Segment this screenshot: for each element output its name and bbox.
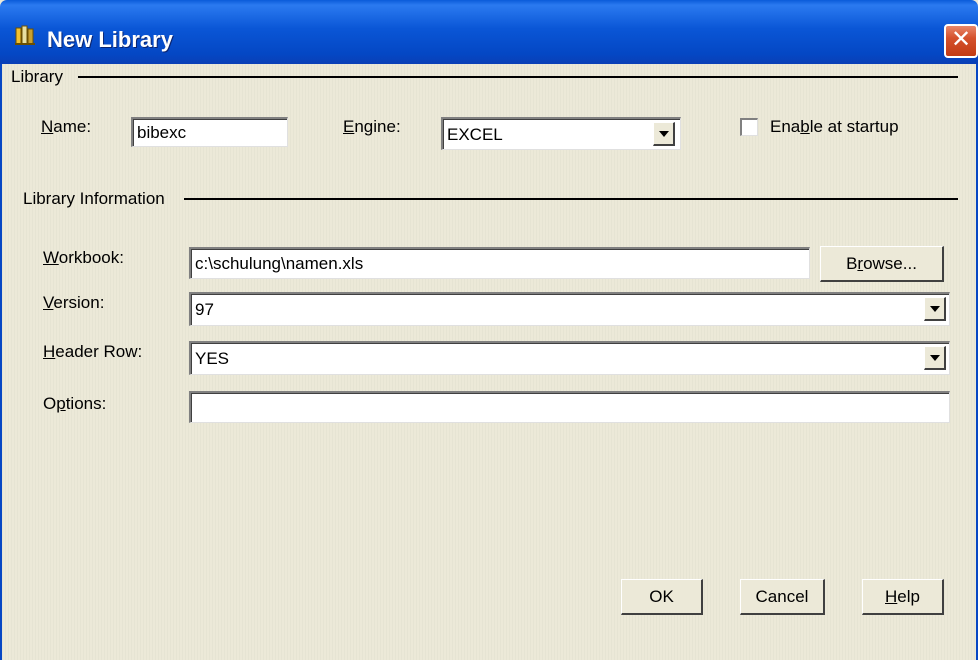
engine-label: Engine: <box>343 117 401 136</box>
name-label: Name: <box>41 117 92 136</box>
version-label: Version: <box>43 293 105 312</box>
header-row-select[interactable]: YES <box>189 341 950 375</box>
close-icon: ✕ <box>950 26 972 53</box>
library-icon <box>15 25 35 45</box>
dialog-body: Library Name: bibexc Engine: EXCEL Enabl… <box>0 64 978 660</box>
header-row-label: Header Row: <box>43 342 143 361</box>
header-row-dropdown-chevron-down-icon[interactable] <box>924 346 946 370</box>
library-information-group-divider <box>184 198 958 200</box>
workbook-input[interactable]: c:\schulung\namen.xls <box>189 247 810 279</box>
workbook-label: Workbook: <box>43 248 124 267</box>
workbook-input-value: c:\schulung\namen.xls <box>195 254 364 273</box>
help-button[interactable]: Help <box>862 579 944 615</box>
library-group-label: Library <box>11 67 63 86</box>
new-library-dialog: New Library ✕ Library Name: bibexc Engin… <box>0 0 978 660</box>
version-select-value: 97 <box>195 300 214 319</box>
version-dropdown-chevron-down-icon[interactable] <box>924 297 946 321</box>
library-information-group-label: Library Information <box>23 189 165 208</box>
library-group-divider <box>78 76 958 78</box>
name-input[interactable]: bibexc <box>131 117 288 147</box>
engine-select-value: EXCEL <box>447 125 503 144</box>
window-title: New Library <box>47 27 173 52</box>
engine-dropdown-chevron-down-icon[interactable] <box>653 122 675 146</box>
title-bar[interactable]: New Library ✕ <box>0 0 978 64</box>
browse-button[interactable]: Browse... <box>820 246 944 282</box>
header-row-select-value: YES <box>195 349 230 368</box>
options-label: Options: <box>43 394 107 413</box>
enable-at-startup-label: Enable at startup <box>770 117 899 136</box>
cancel-button[interactable]: Cancel <box>740 579 825 615</box>
version-select[interactable]: 97 <box>189 292 950 326</box>
engine-select[interactable]: EXCEL <box>441 117 681 150</box>
options-input[interactable] <box>189 391 950 423</box>
ok-button[interactable]: OK <box>621 579 703 615</box>
name-input-value: bibexc <box>137 123 187 142</box>
enable-at-startup-checkbox[interactable] <box>740 118 758 136</box>
close-button[interactable]: ✕ <box>944 24 978 58</box>
